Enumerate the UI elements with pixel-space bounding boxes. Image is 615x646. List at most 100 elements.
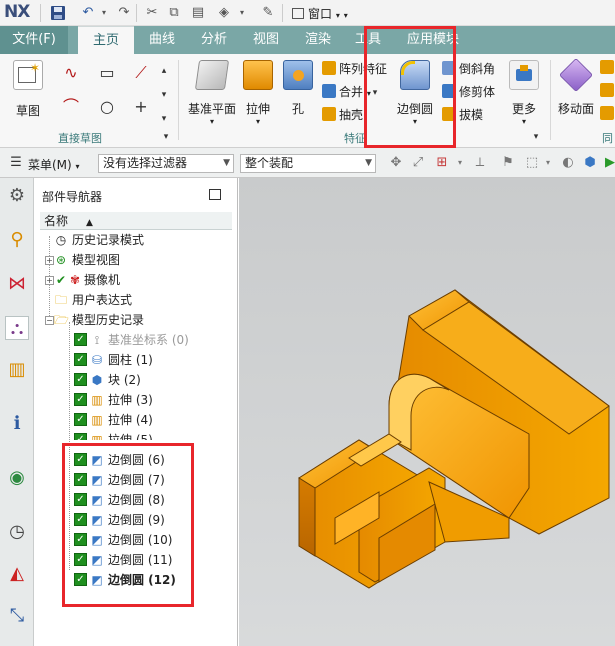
pattern-feature-button[interactable]: 阵列特征 bbox=[322, 60, 387, 77]
group-menu-icon[interactable]: ▾ bbox=[160, 124, 172, 150]
arc-icon[interactable]: ⌒ bbox=[58, 94, 84, 120]
tree-item-feature[interactable]: ✓ ▥ 拉伸 (4) bbox=[40, 410, 232, 430]
type-filter-dropdown[interactable]: 没有选择过滤器 ▼ bbox=[98, 154, 234, 173]
tab-analysis[interactable]: 分析 bbox=[192, 26, 236, 54]
check-icon[interactable]: ✓ bbox=[74, 393, 87, 406]
tree-item-cameras[interactable]: + ✔ ✾ 摄像机 bbox=[40, 270, 232, 290]
tree-item-feature[interactable]: ✓ ◩ 边倒圆 (9) bbox=[40, 510, 232, 530]
tab-tools[interactable]: 工具 bbox=[346, 26, 390, 54]
check-icon[interactable]: ✓ bbox=[74, 513, 87, 526]
tree-item-feature[interactable]: ✓ ⬢ 块 (2) bbox=[40, 370, 232, 390]
history-icon[interactable]: ◷ bbox=[5, 520, 29, 544]
tab-home[interactable]: 主页 bbox=[78, 26, 134, 54]
save-icon[interactable] bbox=[50, 5, 66, 21]
roles-icon[interactable]: ⤡ bbox=[5, 604, 29, 628]
tree-item-feature[interactable]: ✓ ◩ 边倒圆 (6) bbox=[40, 450, 232, 470]
datum-plane-button[interactable]: 基准平面 ▾ bbox=[186, 60, 238, 126]
tree-item-user-expressions[interactable]: 🗀 用户表达式 bbox=[40, 290, 232, 310]
trim-body-button[interactable]: 修剪体 bbox=[442, 83, 495, 100]
tab-file[interactable]: 文件(F) bbox=[0, 26, 68, 54]
rectangle-select-icon[interactable]: ⬚ bbox=[524, 155, 540, 171]
part-navigator-icon[interactable]: ⛬ bbox=[5, 316, 29, 340]
tree-item-feature[interactable]: ✓ ⟟ 基准坐标系 (0) bbox=[40, 330, 232, 350]
system-materials-icon[interactable]: ◭ bbox=[5, 562, 29, 586]
sync-tool-3[interactable] bbox=[600, 106, 615, 121]
touch-mode-icon[interactable]: ✎ bbox=[260, 5, 276, 21]
move-face-button[interactable]: 移动面 bbox=[556, 58, 596, 117]
redo-icon[interactable]: ↷ bbox=[116, 5, 132, 21]
check-icon[interactable]: ✓ bbox=[74, 433, 87, 440]
fit-view-icon[interactable]: ▶ bbox=[602, 155, 615, 171]
draft-button[interactable]: 拔模 bbox=[442, 106, 483, 123]
end-point-icon[interactable]: ⊞ bbox=[434, 155, 450, 171]
check-icon[interactable]: ✓ bbox=[74, 493, 87, 506]
tab-application[interactable]: 应用模块 bbox=[398, 26, 468, 54]
check-icon[interactable]: ✓ bbox=[74, 473, 87, 486]
check-icon[interactable]: ✓ bbox=[74, 533, 87, 546]
tab-curve[interactable]: 曲线 bbox=[140, 26, 184, 54]
check-icon[interactable]: ✓ bbox=[74, 353, 87, 366]
gallery-down-icon[interactable]: ▾ bbox=[158, 82, 170, 108]
tree-item-feature-current[interactable]: ✓ ◩ 边倒圆 (12) bbox=[40, 570, 232, 590]
group-menu-icon[interactable]: ▾ bbox=[530, 124, 542, 150]
check-icon[interactable]: ✓ bbox=[74, 373, 87, 386]
chamfer-button[interactable]: 倒斜角 bbox=[442, 60, 495, 77]
tree-item-feature[interactable]: ✓ ⛁ 圆柱 (1) bbox=[40, 350, 232, 370]
gallery-up-icon[interactable]: ▴ bbox=[158, 58, 170, 84]
tree-item-history-mode[interactable]: ◷ 历史记录模式 bbox=[40, 230, 232, 250]
csys-icon[interactable]: ⟂ bbox=[472, 155, 488, 171]
chevron-down-icon[interactable]: ▾ bbox=[96, 5, 112, 21]
selection-icon[interactable]: ⚑ bbox=[500, 155, 516, 171]
sync-tool-2[interactable] bbox=[600, 83, 615, 98]
profile-icon[interactable]: ∿ bbox=[58, 60, 84, 86]
graphics-window[interactable] bbox=[239, 178, 615, 646]
more-button[interactable]: 更多 ▾ bbox=[506, 60, 542, 126]
constraint-navigator-icon[interactable]: ⋈ bbox=[5, 272, 29, 296]
tree-item-model-views[interactable]: + ⊛ 模型视图 bbox=[40, 250, 232, 270]
customize-toolbar-icon[interactable]: ▾ bbox=[344, 11, 348, 20]
3d-model[interactable] bbox=[239, 178, 615, 646]
chevron-down-icon[interactable]: ▾ bbox=[234, 5, 250, 21]
paste-icon[interactable]: ▤ bbox=[190, 5, 206, 21]
undo-icon[interactable]: ↶ bbox=[80, 5, 96, 21]
point-icon[interactable]: + bbox=[128, 94, 154, 120]
circle-icon[interactable]: ○ bbox=[94, 94, 120, 120]
tree-item-feature[interactable]: ✓ ◩ 边倒圆 (7) bbox=[40, 470, 232, 490]
info-icon[interactable]: ℹ bbox=[5, 412, 29, 436]
tree-item-feature[interactable]: ✓ ▥ 拉伸 (3) bbox=[40, 390, 232, 410]
expand-icon[interactable]: + bbox=[45, 256, 54, 265]
sketch-button[interactable]: ✶ 草图 bbox=[6, 60, 50, 119]
name-column-header[interactable]: 名称 ▲ bbox=[40, 212, 232, 230]
render-style-icon[interactable]: ◐ bbox=[560, 155, 576, 171]
cut-icon[interactable]: ✂ bbox=[144, 5, 160, 21]
sync-tool-1[interactable] bbox=[600, 60, 615, 75]
command-finder-icon[interactable]: ◈ bbox=[216, 5, 232, 21]
tab-render[interactable]: 渲染 bbox=[296, 26, 340, 54]
assembly-navigator-icon[interactable]: ⚲ bbox=[5, 228, 29, 252]
check-icon[interactable]: ✓ bbox=[74, 453, 87, 466]
chevron-down-icon[interactable]: ▾ bbox=[452, 155, 468, 171]
rectangle-icon[interactable]: ▭ bbox=[94, 60, 120, 86]
check-icon[interactable]: ✓ bbox=[74, 413, 87, 426]
web-browser-icon[interactable]: ◉ bbox=[5, 466, 29, 490]
snap-point-icon[interactable]: ✥ bbox=[388, 155, 404, 171]
selection-scope-dropdown[interactable]: 整个装配 ▼ bbox=[240, 154, 376, 173]
expand-icon[interactable]: + bbox=[45, 276, 54, 285]
line-icon[interactable]: ⟋ bbox=[128, 60, 154, 86]
tree-item-feature[interactable]: ✓ ▥ 拉伸 (5) bbox=[40, 430, 232, 440]
hole-button[interactable]: 孔 bbox=[280, 60, 316, 117]
tab-view[interactable]: 视图 bbox=[244, 26, 288, 54]
chevron-down-icon[interactable]: ▾ bbox=[540, 155, 556, 171]
copy-icon[interactable]: ⧉ bbox=[166, 5, 182, 21]
extrude-button[interactable]: 拉伸 ▾ bbox=[240, 60, 276, 126]
tree-item-model-history[interactable]: − 🗁 模型历史记录 bbox=[40, 310, 232, 330]
snap-filter-icon[interactable]: ⤢ bbox=[410, 155, 426, 171]
unite-button[interactable]: 合并 ▾ bbox=[322, 83, 371, 100]
menu-button[interactable]: 菜单(M) ▾ bbox=[28, 156, 80, 173]
maximize-icon[interactable] bbox=[209, 189, 221, 200]
shaded-view-icon[interactable]: ⬢ bbox=[582, 155, 598, 171]
shell-button[interactable]: 抽壳 bbox=[322, 106, 363, 123]
gear-icon[interactable]: ⚙ bbox=[5, 184, 29, 208]
check-icon[interactable]: ✓ bbox=[74, 553, 87, 566]
tree-item-feature[interactable]: ✓ ◩ 边倒圆 (8) bbox=[40, 490, 232, 510]
